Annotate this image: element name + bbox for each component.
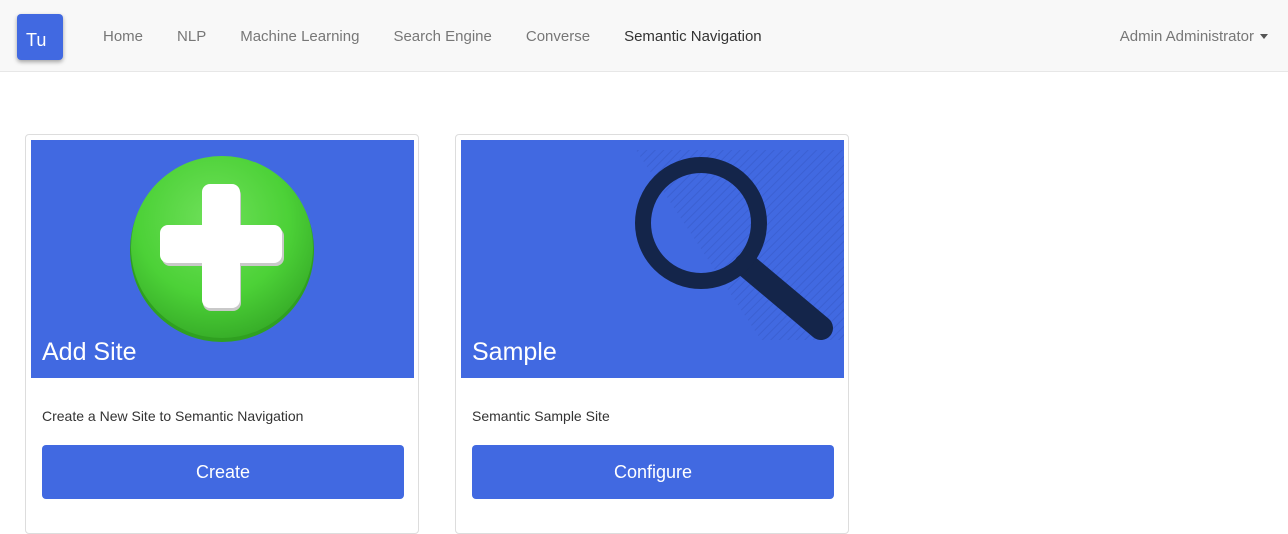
nav-item-machine-learning[interactable]: Machine Learning: [223, 28, 376, 45]
nav-item-converse[interactable]: Converse: [509, 28, 607, 45]
user-menu-dropdown[interactable]: Admin Administrator: [1120, 0, 1268, 72]
sample-card-title: Sample: [472, 338, 557, 366]
caret-down-icon: [1260, 33, 1268, 39]
create-button[interactable]: Create: [42, 445, 404, 499]
add-site-card-image[interactable]: Add Site: [31, 140, 414, 378]
main-nav: Home NLP Machine Learning Search Engine …: [86, 0, 779, 72]
nav-item-search-engine[interactable]: Search Engine: [376, 28, 508, 45]
user-name: Admin Administrator: [1119, 27, 1254, 45]
nav-item-home[interactable]: Home: [86, 28, 160, 45]
brand-logo-text: Tu: [26, 30, 47, 50]
add-site-card-description: Create a New Site to Semantic Navigation: [42, 408, 304, 424]
brand-logo[interactable]: Tu: [17, 14, 63, 60]
add-site-card: Add Site Create a New Site to Semantic N…: [25, 134, 419, 534]
add-site-card-title: Add Site: [42, 338, 137, 366]
nav-item-nlp[interactable]: NLP: [160, 28, 223, 45]
configure-button[interactable]: Configure: [472, 445, 834, 499]
sample-card: Sample Semantic Sample Site Configure: [455, 134, 849, 534]
top-navbar: Tu Home NLP Machine Learning Search Engi…: [0, 0, 1288, 72]
sample-card-image[interactable]: Sample: [461, 140, 844, 378]
sample-card-description: Semantic Sample Site: [472, 408, 610, 424]
nav-item-semantic-navigation[interactable]: Semantic Navigation: [607, 28, 779, 45]
